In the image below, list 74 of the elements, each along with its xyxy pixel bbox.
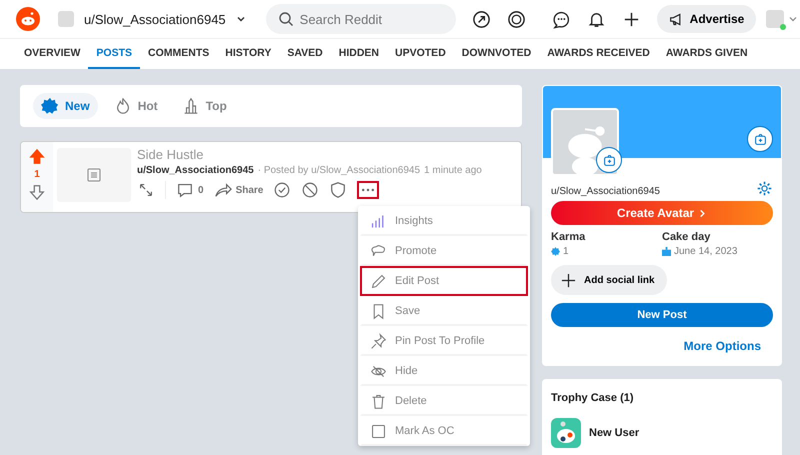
- cake-day-value: June 14, 2023: [662, 246, 773, 257]
- reddit-logo[interactable]: [16, 7, 40, 31]
- remove-icon[interactable]: [301, 181, 320, 199]
- profile-tab[interactable]: AWARDS RECEIVED: [539, 39, 658, 69]
- downvote-icon[interactable]: [28, 183, 46, 201]
- menu-item[interactable]: Promote: [360, 236, 528, 266]
- post-title[interactable]: Side Hustle: [137, 147, 482, 162]
- chevron-down-icon: [788, 14, 798, 24]
- comment-icon: [176, 181, 194, 199]
- profile-tab[interactable]: POSTS: [88, 39, 140, 69]
- shield-icon[interactable]: [329, 181, 348, 199]
- sort-button[interactable]: Hot: [106, 93, 166, 119]
- sort-button[interactable]: Top: [174, 93, 235, 119]
- karma-icon: [551, 247, 560, 256]
- profile-tab[interactable]: SAVED: [279, 39, 331, 69]
- menu-item[interactable]: Mark As OC: [360, 416, 528, 446]
- chevron-down-icon: [236, 14, 246, 24]
- upvote-icon[interactable]: [28, 148, 46, 166]
- profile-tab[interactable]: UPVOTED: [387, 39, 454, 69]
- cake-icon: [662, 247, 671, 256]
- coins-icon[interactable]: [506, 10, 526, 28]
- chevron-right-icon: [698, 208, 708, 218]
- menu-item[interactable]: Pin Post To Profile: [360, 326, 528, 356]
- karma-value: 1: [551, 246, 662, 257]
- profile-tab[interactable]: COMMENTS: [140, 39, 218, 69]
- checkbox-icon: [370, 422, 387, 440]
- menu-item[interactable]: Hide: [360, 356, 528, 386]
- menu-item[interactable]: Insights: [360, 206, 528, 236]
- profile-tab[interactable]: HISTORY: [217, 39, 280, 69]
- menu-item[interactable]: Edit Post: [360, 266, 528, 296]
- comments-button[interactable]: 0: [176, 181, 204, 199]
- search-field[interactable]: Search Reddit: [266, 4, 456, 34]
- add-banner-photo-icon[interactable]: [747, 126, 773, 152]
- trophy-case-title: Trophy Case (1): [551, 392, 635, 404]
- author-link[interactable]: u/Slow_Association6945: [137, 165, 254, 176]
- karma-label: Karma: [551, 231, 586, 243]
- trophy-name: New User: [589, 427, 640, 439]
- vote-count: 1: [34, 169, 40, 180]
- profile-tab[interactable]: AWARDS GIVEN: [658, 39, 756, 69]
- posted-by-text: · Posted by u/Slow_Association6945: [258, 165, 420, 176]
- profile-tab[interactable]: DOWNVOTED: [454, 39, 540, 69]
- share-button[interactable]: Share: [214, 181, 264, 199]
- trophy-icon: [551, 418, 581, 448]
- pin-icon: [370, 332, 387, 350]
- new-post-button[interactable]: New Post: [551, 303, 773, 327]
- plus-icon: [561, 272, 576, 288]
- sort-button[interactable]: New: [33, 93, 98, 119]
- add-social-link-button[interactable]: Add social link: [551, 265, 667, 295]
- post-time: 1 minute ago: [424, 165, 482, 176]
- share-icon: [214, 181, 232, 199]
- top-chart-icon: [182, 97, 200, 115]
- advertise-button[interactable]: Advertise: [656, 5, 756, 33]
- menu-item[interactable]: Save: [360, 296, 528, 326]
- more-button[interactable]: [357, 181, 380, 199]
- create-avatar-button[interactable]: Create Avatar: [551, 201, 773, 225]
- trash-icon: [370, 392, 387, 410]
- more-icon: [361, 187, 376, 193]
- menu-item[interactable]: Delete: [360, 386, 528, 416]
- settings-icon[interactable]: [756, 180, 773, 197]
- more-options-link[interactable]: More Options: [684, 339, 761, 353]
- expand-icon[interactable]: [137, 181, 155, 199]
- approve-icon[interactable]: [273, 181, 292, 199]
- profile-tab[interactable]: HIDDEN: [330, 39, 388, 69]
- burst-icon: [41, 97, 59, 115]
- avatar-placeholder[interactable]: [551, 108, 619, 176]
- text-post-icon: [86, 167, 102, 183]
- pencil-icon: [370, 272, 387, 290]
- profile-tab[interactable]: OVERVIEW: [16, 39, 88, 69]
- popular-icon[interactable]: [472, 10, 491, 28]
- chat-icon[interactable]: [552, 10, 571, 28]
- profile-username: u/Slow_Association6945: [551, 186, 660, 197]
- community-selector[interactable]: u/Slow_Association6945: [58, 11, 256, 27]
- post-thumbnail[interactable]: [57, 148, 131, 202]
- cake-day-label: Cake day: [662, 231, 712, 243]
